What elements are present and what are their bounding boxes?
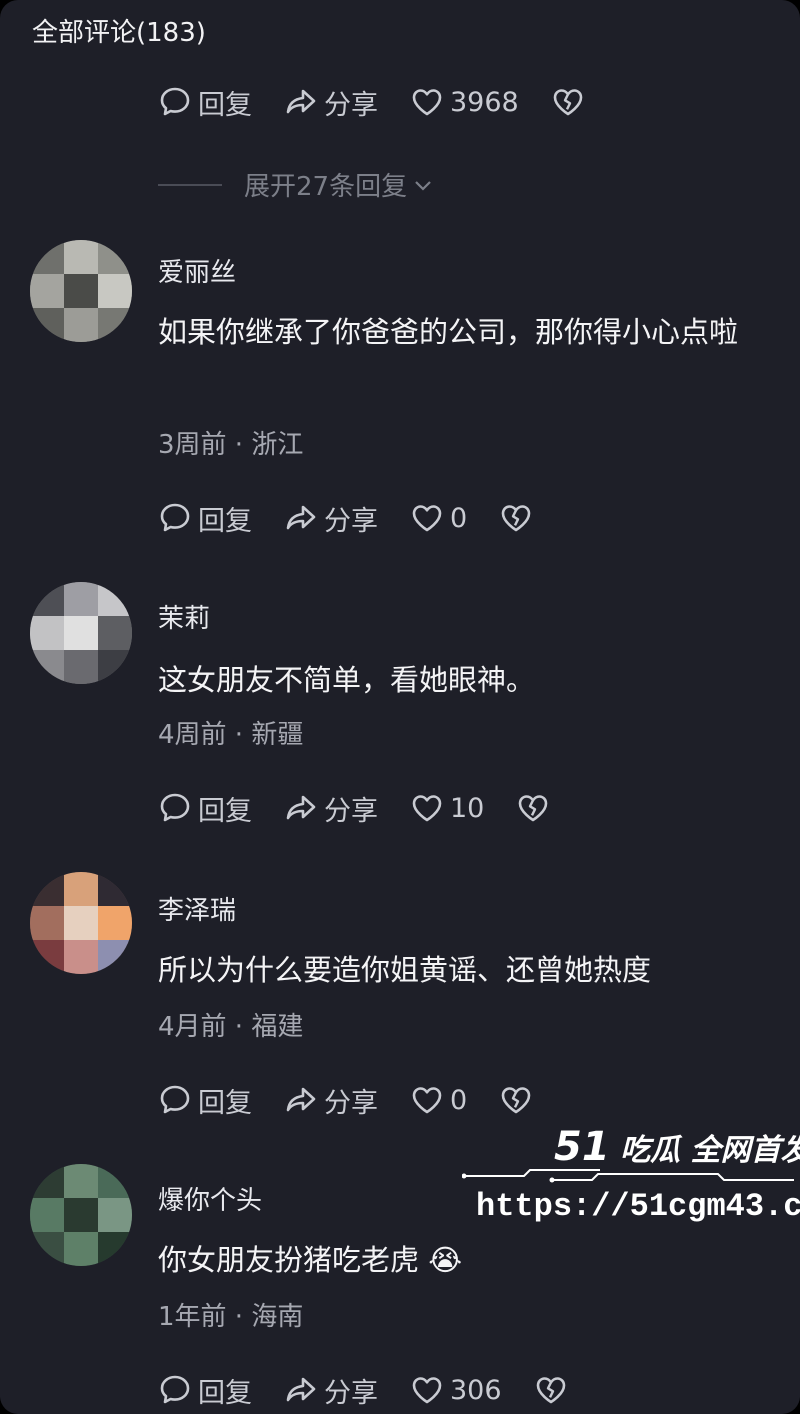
- comment-bubble-icon: [160, 1375, 190, 1404]
- comment-author[interactable]: 李泽瑞: [158, 890, 236, 927]
- comment-meta: 1年前 · 海南: [158, 1302, 304, 1332]
- dislike-button[interactable]: [516, 791, 550, 825]
- broken-heart-icon: [501, 1087, 531, 1114]
- like-button[interactable]: 3968: [410, 85, 519, 119]
- comment-meta: 3周前 · 浙江: [158, 430, 304, 460]
- chevron-down-icon: [415, 180, 431, 191]
- like-button[interactable]: 10: [410, 791, 484, 825]
- heart-icon: [412, 1377, 442, 1404]
- share-button[interactable]: 分享: [284, 499, 378, 538]
- avatar[interactable]: [30, 872, 132, 974]
- avatar[interactable]: [30, 240, 132, 342]
- comment-text: 这女朋友不简单，看她眼神。: [158, 663, 536, 697]
- share-button[interactable]: 分享: [284, 789, 378, 828]
- reply-label: 回复: [198, 505, 252, 537]
- share-label: 分享: [324, 1087, 378, 1119]
- dislike-button[interactable]: [534, 1373, 568, 1407]
- share-arrow-icon: [286, 1087, 316, 1112]
- comment-bubble-icon: [160, 503, 190, 532]
- share-arrow-icon: [286, 1377, 316, 1402]
- watermark-slogan: 吃瓜 全网首发: [620, 1133, 800, 1168]
- comment-actions: 回复 分享 0: [158, 1080, 533, 1120]
- comment-text: 你女朋友扮猪吃老虎 😭: [158, 1243, 463, 1277]
- heart-icon: [412, 795, 442, 822]
- comment-actions: 回复 分享 306: [158, 1370, 568, 1410]
- reply-button[interactable]: 回复: [158, 789, 252, 828]
- watermark-brand: 51 吃瓜 全网首发: [554, 1124, 800, 1170]
- like-button[interactable]: 306: [410, 1373, 502, 1407]
- comment-actions: 回复 分享 0: [158, 498, 533, 538]
- expand-replies-button[interactable]: 展开27条回复: [158, 166, 435, 203]
- comments-panel: 全部评论(183) 回复 分享 3968 展开27条回复 爱丽丝 如果你继承了你…: [0, 0, 800, 1414]
- avatar[interactable]: [30, 1164, 132, 1266]
- broken-heart-icon: [536, 1377, 565, 1404]
- share-button[interactable]: 分享: [284, 1371, 378, 1410]
- comment-bubble-icon: [160, 793, 190, 822]
- watermark-url: https://51cgm43.com: [476, 1188, 800, 1225]
- comment-actions: 回复 分享 10: [158, 788, 550, 828]
- share-label: 分享: [324, 505, 378, 537]
- comment-author[interactable]: 爆你个头: [158, 1180, 262, 1217]
- like-button[interactable]: 0: [410, 1083, 467, 1117]
- watermark-circuit-lines: [462, 1169, 794, 1183]
- reply-label: 回复: [198, 89, 252, 121]
- reply-label: 回复: [198, 1377, 252, 1409]
- broken-heart-icon: [519, 795, 548, 822]
- like-count: 306: [450, 1374, 502, 1406]
- comment-bubble-icon: [160, 1085, 190, 1114]
- expand-replies-label: 展开27条回复: [244, 172, 408, 202]
- site-watermark: 51 吃瓜 全网首发 https://51cgm43.com: [462, 1120, 800, 1240]
- share-label: 分享: [324, 89, 378, 121]
- watermark-number: 51: [554, 1124, 610, 1170]
- heart-icon: [412, 89, 442, 116]
- share-button[interactable]: 分享: [284, 83, 378, 122]
- like-count: 3968: [450, 86, 519, 118]
- share-label: 分享: [324, 795, 378, 827]
- comments-title: 全部评论(183): [32, 18, 206, 48]
- like-count: 10: [450, 792, 485, 824]
- share-button[interactable]: 分享: [284, 1081, 378, 1120]
- like-button[interactable]: 0: [410, 501, 467, 535]
- comment-text: 如果你继承了你爸爸的公司，那你得小心点啦: [158, 315, 739, 349]
- broken-heart-icon: [501, 505, 531, 532]
- heart-icon: [412, 505, 442, 532]
- reply-label: 回复: [198, 795, 252, 827]
- comment-meta: 4月前 · 福建: [158, 1012, 304, 1042]
- comment-bubble-icon: [160, 87, 190, 116]
- comment-actions: 回复 分享 3968: [158, 82, 585, 122]
- reply-label: 回复: [198, 1087, 252, 1119]
- avatar[interactable]: [30, 582, 132, 684]
- comment-author[interactable]: 茉莉: [158, 598, 210, 635]
- comment-meta: 4周前 · 新疆: [158, 720, 304, 750]
- reply-button[interactable]: 回复: [158, 499, 252, 538]
- like-count: 0: [450, 502, 468, 534]
- dislike-button[interactable]: [499, 501, 533, 535]
- reply-button[interactable]: 回复: [158, 1081, 252, 1120]
- comment-text: 所以为什么要造你姐黄谣、还曾她热度: [158, 953, 652, 987]
- share-arrow-icon: [286, 505, 316, 530]
- heart-icon: [412, 1087, 442, 1114]
- dislike-button[interactable]: [551, 85, 585, 119]
- comment-author[interactable]: 爱丽丝: [158, 252, 236, 289]
- share-arrow-icon: [286, 89, 316, 114]
- reply-button[interactable]: 回复: [158, 1371, 252, 1410]
- share-arrow-icon: [286, 795, 316, 820]
- share-label: 分享: [324, 1377, 378, 1409]
- broken-heart-icon: [553, 89, 583, 116]
- dislike-button[interactable]: [499, 1083, 533, 1117]
- like-count: 0: [450, 1084, 468, 1116]
- reply-button[interactable]: 回复: [158, 83, 252, 122]
- divider-line: [158, 183, 222, 186]
